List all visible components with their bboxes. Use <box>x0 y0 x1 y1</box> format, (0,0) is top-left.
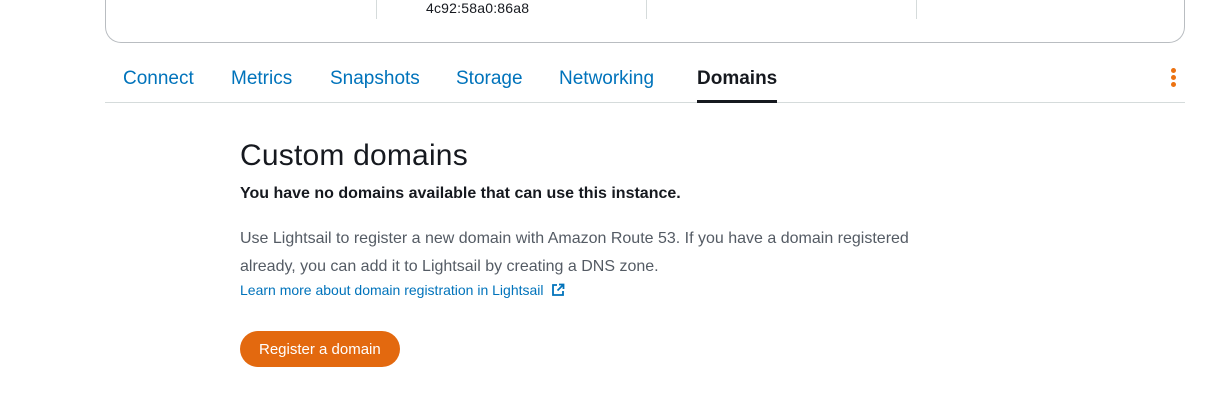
card-column-divider <box>916 0 917 19</box>
domains-description: Use Lightsail to register a new domain w… <box>240 230 909 275</box>
instance-domains-page: 4c92:58a0:86a8 Connect Metrics Snapshots… <box>0 0 1208 420</box>
external-link-icon <box>552 283 565 296</box>
tab-networking[interactable]: Networking <box>559 68 654 90</box>
tab-connect[interactable]: Connect <box>123 68 194 90</box>
learn-more-link-text: Learn more about domain registration in … <box>240 282 544 298</box>
tab-metrics[interactable]: Metrics <box>231 68 292 90</box>
tab-storage[interactable]: Storage <box>456 68 523 90</box>
custom-domains-section: Custom domains You have no domains avail… <box>240 138 920 367</box>
register-domain-button[interactable]: Register a domain <box>240 331 400 367</box>
section-title: Custom domains <box>240 139 468 172</box>
card-column-divider <box>646 0 647 19</box>
instance-tabs: Connect Metrics Snapshots Storage Networ… <box>105 62 1185 103</box>
instance-info-card: 4c92:58a0:86a8 <box>105 0 1185 43</box>
empty-state-message: You have no domains available that can u… <box>240 185 681 202</box>
card-column-divider <box>376 0 377 19</box>
ipv6-address-value: 4c92:58a0:86a8 <box>426 0 530 16</box>
vertical-ellipsis-icon[interactable] <box>1169 68 1177 90</box>
tab-domains[interactable]: Domains <box>697 68 778 103</box>
tab-snapshots[interactable]: Snapshots <box>330 68 420 90</box>
learn-more-link[interactable]: Learn more about domain registration in … <box>240 281 565 299</box>
